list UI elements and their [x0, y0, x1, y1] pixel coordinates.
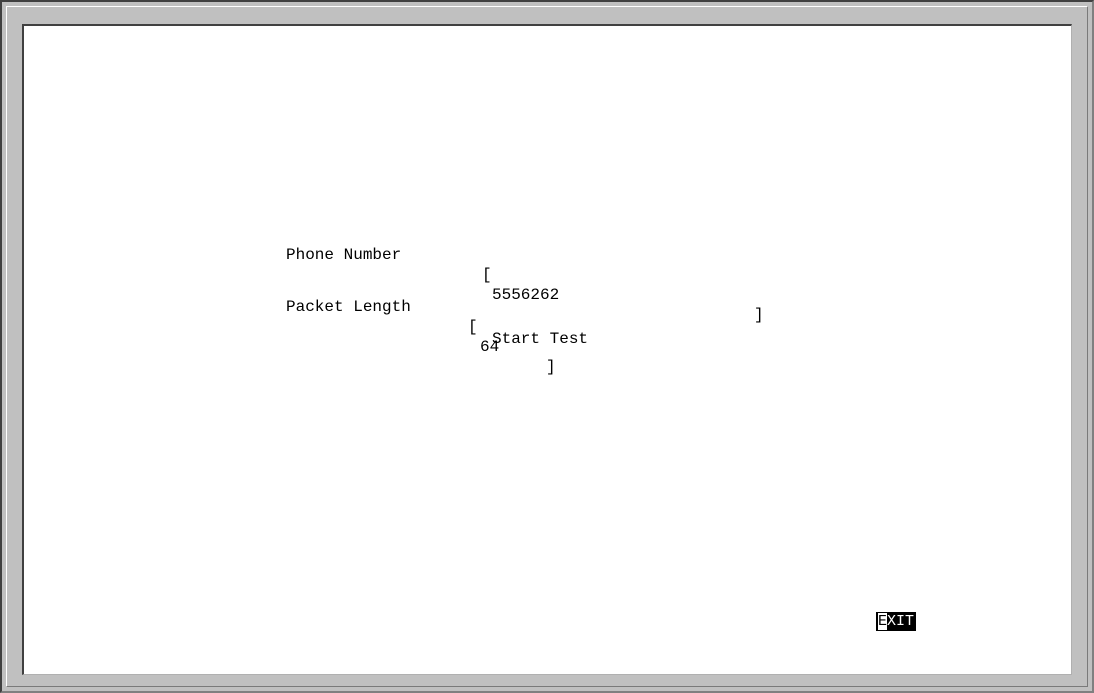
exit-cursor-char: E: [878, 613, 888, 630]
phone-number-open-bracket: [: [482, 266, 492, 284]
exit-label-rest: XIT: [887, 613, 915, 630]
packet-length-close-bracket: ]: [546, 358, 556, 376]
phone-number-close-bracket: ]: [754, 306, 764, 324]
exit-button[interactable]: EXIT: [876, 612, 917, 631]
terminal-screen: Phone Number [ 5556262 ] Packet Length […: [22, 24, 1072, 675]
start-test-button[interactable]: Start Test: [492, 329, 588, 349]
phone-number-field[interactable]: 5556262: [492, 285, 559, 305]
packet-length-row: Packet Length [ 64 ]: [286, 277, 556, 397]
packet-length-label: Packet Length: [286, 298, 411, 316]
phone-number-label: Phone Number: [286, 246, 402, 264]
packet-length-open-bracket: [: [468, 318, 478, 336]
